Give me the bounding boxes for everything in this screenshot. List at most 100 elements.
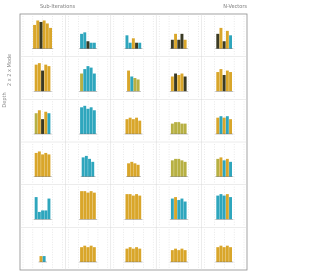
- bar-r4-c2-4: [138, 195, 142, 220]
- bar-r2-c4-2: [222, 117, 226, 134]
- bar-r4-c1-3: [89, 191, 93, 220]
- bar-r3-c0-3: [44, 152, 48, 177]
- panel-r5-c2: [110, 227, 157, 270]
- bar-r5-c3-2: [177, 250, 181, 262]
- bar-r2-c2-1: [128, 117, 132, 134]
- bar-r2-c4-0: [216, 117, 220, 134]
- panel-r0-c3: [155, 14, 199, 57]
- bar-r3-c1-0: [81, 157, 85, 177]
- bar-r5-c4-4: [229, 247, 232, 262]
- panel-r3-c1: [65, 141, 111, 185]
- bar-r2-c0-4: [47, 113, 51, 134]
- bar-r3-c0-2: [41, 154, 44, 177]
- bar-r0-c1-3: [89, 42, 93, 49]
- bar-r3-c3-3: [180, 160, 184, 177]
- bar-r3-c2-2: [133, 163, 137, 177]
- bar-r1-c2-2: [133, 77, 137, 92]
- bar-r3-c4-0: [216, 158, 220, 177]
- bar-r4-c1-0: [80, 191, 83, 220]
- bar-r4-c2-3: [135, 194, 138, 220]
- bar-r4-c1-4: [92, 192, 96, 220]
- bar-r3-c4-3: [225, 158, 229, 177]
- row-group-label-side: Depth: [2, 92, 8, 107]
- bar-r4-c0-0: [34, 197, 38, 220]
- bar-r1-c3-0: [170, 76, 174, 92]
- bar-r1-c4-2: [222, 75, 226, 92]
- bar-r1-c3-1: [174, 73, 177, 92]
- bar-r1-c1-3: [89, 67, 93, 92]
- bar-r4-c2-0: [125, 194, 129, 220]
- bar-r2-c4-4: [229, 119, 232, 134]
- bar-r1-c1-4: [92, 73, 96, 92]
- bar-r1-c4-3: [225, 70, 229, 92]
- bar-r3-c4-2: [222, 160, 226, 177]
- panel-r4-c1: [65, 184, 111, 228]
- top-right-label: N-Vectors: [223, 4, 247, 10]
- bar-r0-c4-0: [216, 33, 220, 49]
- bar-r1-c3-2: [177, 75, 181, 92]
- bar-r4-c3-1: [174, 197, 177, 220]
- bar-r1-c1-0: [80, 73, 83, 92]
- row-group-label-top: 2 x 2 x Mode: [7, 54, 13, 86]
- panel-r3-c2: [110, 141, 157, 185]
- bar-r3-c3-4: [183, 161, 187, 177]
- bar-r1-c1-1: [83, 69, 87, 92]
- bar-r3-c1-1: [84, 155, 88, 177]
- bar-r5-c1-3: [89, 245, 93, 262]
- panel-r2-c3: [155, 99, 202, 142]
- figure-root: Sub-Iterations N-Vectors 2 x 2 x Mode De…: [0, 0, 252, 274]
- bar-r1-c3-3: [180, 73, 184, 92]
- bar-r3-c2-3: [136, 164, 140, 177]
- bar-r1-c4-4: [229, 72, 232, 92]
- bar-r5-c3-4: [183, 250, 187, 262]
- bar-r5-c3-0: [170, 250, 174, 262]
- bar-r2-c1-1: [83, 105, 87, 134]
- bar-r4-c1-2: [86, 192, 90, 220]
- panel-r5-c1: [65, 227, 111, 270]
- bar-r5-c2-2: [131, 248, 135, 262]
- bar-r1-c2-3: [136, 79, 140, 92]
- bar-r2-c1-3: [89, 107, 93, 134]
- bar-r4-c2-2: [131, 195, 135, 220]
- bar-r3-c4-4: [229, 161, 232, 177]
- panel-r0-c1: [65, 14, 109, 57]
- top-left-label: Sub-Iterations: [40, 4, 76, 10]
- bar-r0-c2-4: [138, 42, 142, 49]
- bar-r4-c0-1: [37, 211, 41, 220]
- bar-r5-c2-4: [138, 248, 142, 262]
- bar-r3-c3-0: [170, 160, 174, 177]
- bar-r1-c0-2: [41, 70, 44, 92]
- bar-r5-c4-1: [219, 245, 223, 262]
- bar-r0-c4-1: [219, 27, 223, 49]
- bar-r0-c3-1: [174, 33, 177, 49]
- panel-r4-c4: [201, 184, 247, 228]
- bar-r5-c1-2: [86, 247, 90, 262]
- bar-r2-c1-4: [92, 110, 96, 134]
- bar-r0-c0-1: [36, 20, 40, 49]
- bar-r4-c0-4: [47, 198, 51, 220]
- bar-r4-c4-2: [222, 195, 226, 220]
- bar-r0-c2-3: [135, 42, 138, 49]
- bar-r2-c0-2: [41, 119, 44, 134]
- bar-r4-c4-1: [219, 194, 223, 220]
- bar-r5-c2-1: [128, 247, 132, 262]
- bar-r0-c4-3: [225, 30, 229, 49]
- panel-r0-c0: [22, 16, 63, 55]
- bar-r2-c3-1: [174, 122, 177, 134]
- panel-r1-c3: [155, 56, 202, 100]
- panel-r4-c3: [155, 184, 202, 228]
- panel-r5-c4: [201, 227, 247, 270]
- bar-r5-c3-1: [174, 248, 177, 262]
- bar-r1-c0-4: [47, 66, 51, 92]
- panel-r4-c2: [110, 184, 157, 228]
- bar-r3-c1-2: [88, 158, 91, 177]
- bar-r2-c2-3: [135, 117, 138, 134]
- bar-r0-c2-1: [128, 42, 132, 49]
- small-multiples-chart: Sub-Iterations N-Vectors 2 x 2 x Mode De…: [2, 4, 248, 271]
- bar-r5-c2-0: [125, 248, 129, 262]
- panel-r5-c3: [155, 227, 202, 270]
- bar-r3-c4-1: [219, 157, 223, 177]
- bar-r2-c0-1: [37, 110, 41, 134]
- bar-r1-c3-4: [183, 76, 187, 92]
- panel-r3-c0: [20, 141, 66, 183]
